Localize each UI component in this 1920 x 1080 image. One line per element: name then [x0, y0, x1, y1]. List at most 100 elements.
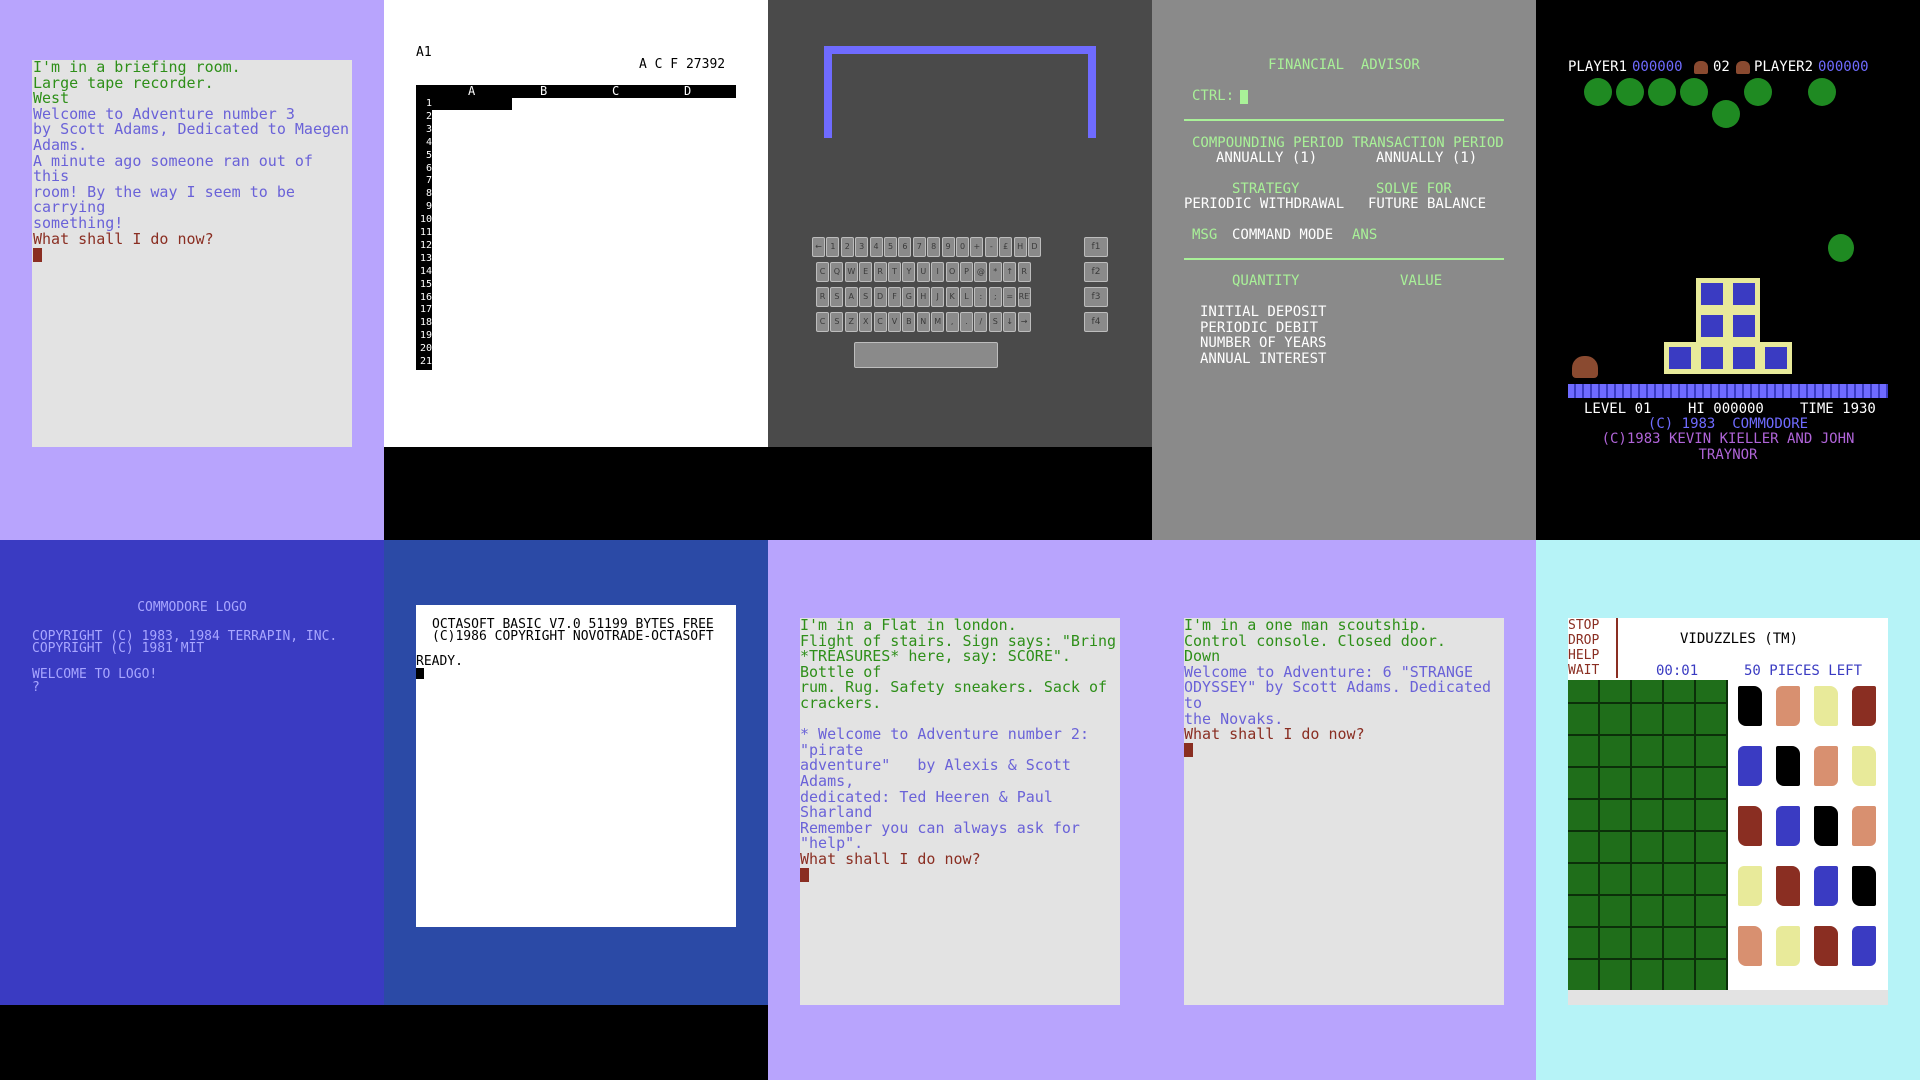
keyboard-key[interactable]: L: [960, 287, 973, 307]
puzzle-piece[interactable]: [1738, 686, 1762, 726]
keyboard-key[interactable]: /: [974, 312, 988, 332]
spreadsheet-row-header[interactable]: 21: [416, 356, 432, 368]
spreadsheet-row-header[interactable]: 17: [416, 304, 432, 316]
keyboard-key[interactable]: +: [970, 237, 984, 257]
spreadsheet-row-header[interactable]: 5: [416, 150, 432, 162]
keyboard-key[interactable]: ↑: [1003, 262, 1017, 282]
spreadsheet-row-header[interactable]: 4: [416, 137, 432, 149]
spreadsheet-row-header[interactable]: 8: [416, 188, 432, 200]
puzzle-piece[interactable]: [1852, 746, 1876, 786]
spreadsheet-column-header[interactable]: A: [468, 85, 475, 98]
keyboard-key[interactable]: @: [974, 262, 988, 282]
spreadsheet-column-header[interactable]: C: [612, 85, 619, 98]
keyboard-key[interactable]: H: [1013, 237, 1027, 257]
keyboard-key[interactable]: ←: [812, 237, 825, 257]
keyboard-key[interactable]: 4: [869, 237, 883, 257]
octasoft-screen[interactable]: OCTASOFT BASIC V7.0 51199 BYTES FREE (C)…: [416, 605, 736, 927]
keyboard-key[interactable]: R: [873, 262, 887, 282]
financial-ctrl-cursor[interactable]: [1240, 90, 1248, 104]
keyboard-key[interactable]: .: [960, 312, 973, 332]
keyboard-key[interactable]: V: [888, 312, 901, 332]
spreadsheet-row-header[interactable]: 15: [416, 279, 432, 291]
keyboard-key[interactable]: Z: [844, 312, 858, 332]
keyboard-key[interactable]: 1: [826, 237, 840, 257]
keyboard-key[interactable]: 0: [956, 237, 969, 257]
keyboard-key[interactable]: Q: [830, 262, 844, 282]
keyboard-key[interactable]: A: [844, 287, 858, 307]
puzzle-piece[interactable]: [1776, 866, 1800, 906]
spreadsheet-row-header[interactable]: 13: [416, 253, 432, 265]
financial-item-label[interactable]: INITIAL DEPOSIT: [1200, 304, 1326, 321]
keyboard-key[interactable]: Y: [902, 262, 916, 282]
spreadsheet-row-header[interactable]: 2: [416, 111, 432, 123]
keyboard-key[interactable]: 6: [898, 237, 912, 257]
keyboard-key[interactable]: S: [988, 312, 1002, 332]
spreadsheet-column-header[interactable]: D: [684, 85, 691, 98]
puzzle-piece[interactable]: [1814, 806, 1838, 846]
keyboard-key[interactable]: K: [945, 287, 959, 307]
keyboard-key[interactable]: J: [931, 287, 945, 307]
logo-screen[interactable]: COMMODORE LOGO COPYRIGHT (C) 1983, 1984 …: [0, 540, 384, 1005]
puzzle-piece[interactable]: [1814, 866, 1838, 906]
spreadsheet-screen[interactable]: A1 A C F 27392 ABCD 1 2 3 4 5 6 7 8 9 10 11 12 13 14 1…: [384, 0, 768, 447]
keyboard-key[interactable]: 9: [941, 237, 955, 257]
puzzle-piece[interactable]: [1814, 686, 1838, 726]
financial-item-label[interactable]: ANNUAL INTEREST: [1200, 351, 1326, 368]
keyboard-key[interactable]: R: [816, 287, 829, 307]
spreadsheet-row-header[interactable]: 16: [416, 292, 432, 304]
spreadsheet-row-header[interactable]: 3: [416, 124, 432, 136]
viduzzles-menu-item[interactable]: STOP: [1568, 618, 1599, 633]
keyboard-key[interactable]: £: [999, 237, 1013, 257]
keyboard-key[interactable]: X: [859, 312, 873, 332]
spreadsheet-row-header[interactable]: 10: [416, 214, 432, 226]
financial-screen[interactable]: FINANCIAL ADVISOR CTRL: COMPOUNDING PERI…: [1184, 50, 1504, 450]
spreadsheet-row-header[interactable]: 7: [416, 175, 432, 187]
function-key[interactable]: f2: [1084, 262, 1108, 282]
strategy-value[interactable]: PERIODIC WITHDRAWAL: [1184, 196, 1344, 213]
keyboard-key[interactable]: S: [830, 312, 844, 332]
keyboard-key[interactable]: C: [816, 262, 829, 282]
keyboard-key[interactable]: M: [931, 312, 945, 332]
keyboard-key[interactable]: ↓: [1003, 312, 1017, 332]
puzzle-piece[interactable]: [1776, 686, 1800, 726]
function-key[interactable]: f1: [1084, 237, 1108, 257]
puzzle-piece[interactable]: [1776, 746, 1800, 786]
keyboard-key[interactable]: D: [873, 287, 887, 307]
puzzle-piece[interactable]: [1852, 806, 1876, 846]
spreadsheet-row-header[interactable]: 1: [416, 98, 432, 110]
adventure-3-screen[interactable]: I'm in a briefing room. Large tape record…: [32, 59, 352, 447]
viduzzles-screen[interactable]: STOP DROP HELP WAIT VIDUZZLES (TM) 00:01 50…: [1568, 618, 1888, 1005]
keyboard-key[interactable]: 2: [840, 237, 854, 257]
keyboard-key[interactable]: →: [1017, 312, 1031, 332]
keyboard-key[interactable]: R: [1017, 262, 1031, 282]
keyboard-key[interactable]: ;: [988, 287, 1002, 307]
player-creature-icon[interactable]: [1572, 356, 1598, 378]
keyboard-key[interactable]: =: [1003, 287, 1017, 307]
keyboard-key[interactable]: :: [974, 287, 988, 307]
keyboard-key[interactable]: E: [859, 262, 873, 282]
spreadsheet-column-header[interactable]: B: [540, 85, 547, 98]
keyboard-key[interactable]: O: [945, 262, 959, 282]
keyboard-key[interactable]: B: [902, 312, 916, 332]
spreadsheet-row-header[interactable]: 20: [416, 343, 432, 355]
puzzle-board[interactable]: [1568, 680, 1728, 990]
keyboard-key[interactable]: I: [931, 262, 945, 282]
spreadsheet-row-header[interactable]: 11: [416, 227, 432, 239]
spreadsheet-row-header[interactable]: 12: [416, 240, 432, 252]
adventure-6-screen[interactable]: I'm in a one man scoutship. Control conso…: [1184, 617, 1504, 1005]
puzzle-piece[interactable]: [1776, 926, 1800, 966]
financial-item-label[interactable]: PERIODIC DEBIT: [1200, 320, 1326, 337]
keyboard-key[interactable]: S: [830, 287, 844, 307]
space-bar[interactable]: [854, 342, 998, 368]
keyboard-key[interactable]: 5: [884, 237, 897, 257]
keyboard-key[interactable]: 3: [855, 237, 869, 257]
puzzle-piece[interactable]: [1852, 686, 1876, 726]
puzzle-piece[interactable]: [1738, 866, 1762, 906]
keyboard-key[interactable]: W: [844, 262, 858, 282]
viduzzles-menu-item[interactable]: WAIT: [1568, 663, 1599, 678]
puzzle-piece[interactable]: [1852, 866, 1876, 906]
viduzzles-menu-item[interactable]: HELP: [1568, 648, 1599, 663]
puzzle-piece[interactable]: [1852, 926, 1876, 966]
solve-for-value[interactable]: FUTURE BALANCE: [1368, 196, 1486, 213]
keyboard-key[interactable]: H: [916, 287, 930, 307]
